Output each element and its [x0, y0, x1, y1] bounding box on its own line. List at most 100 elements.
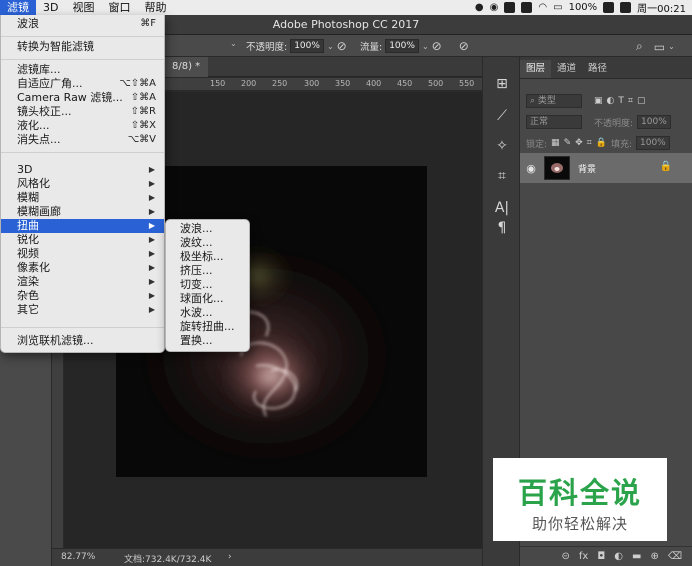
pressure-opacity-icon[interactable]: ⊘: [337, 39, 347, 53]
submenu-item-wave[interactable]: 波浪...: [166, 222, 249, 236]
lock-all-icon[interactable]: 🔒: [596, 138, 607, 148]
filter-shape-icon[interactable]: ⌗: [628, 96, 633, 106]
airplay-icon[interactable]: ▭: [553, 2, 562, 13]
ruler-tick: 400: [366, 79, 382, 88]
wechat-icon[interactable]: ◉: [490, 2, 499, 13]
tab-channels[interactable]: 通道: [551, 60, 582, 78]
submenu-item-shear[interactable]: 切变...: [166, 278, 249, 292]
blend-mode-select[interactable]: 正常: [526, 115, 582, 129]
brush-settings-icon[interactable]: ⟋: [491, 105, 513, 127]
siri-icon[interactable]: [620, 2, 632, 13]
menu-item-blur[interactable]: 模糊 ▶: [1, 191, 164, 205]
chevron-down-icon[interactable]: ⌄: [422, 42, 429, 51]
menu-item-label: 模糊画廊: [17, 205, 61, 218]
filter-adjust-icon[interactable]: ◐: [607, 96, 615, 106]
workspace-icon[interactable]: ▭: [654, 40, 665, 54]
learn-icon[interactable]: ⊞: [491, 73, 513, 95]
character-icon[interactable]: A|: [491, 197, 513, 219]
status-icon-1[interactable]: ●: [475, 2, 484, 13]
menu-item-pixelate[interactable]: 像素化 ▶: [1, 261, 164, 275]
submenu-item-zigzag[interactable]: 水波...: [166, 306, 249, 320]
submenu-item-pinch[interactable]: 挤压...: [166, 264, 249, 278]
input-method-icon[interactable]: [521, 2, 533, 13]
menu-item-sharpen[interactable]: 锐化 ▶: [1, 233, 164, 247]
tab-paths[interactable]: 路径: [582, 60, 613, 78]
chevron-down-icon[interactable]: ⌄: [327, 42, 334, 51]
menu-item-last-filter[interactable]: 波浪 ⌘F: [1, 17, 164, 31]
layer-row[interactable]: ◉ 背景 🔒: [520, 153, 692, 183]
menu-item-browse-online[interactable]: 浏览联机滤镜...: [1, 334, 164, 348]
menu-filter[interactable]: 滤镜: [0, 0, 36, 15]
menu-shortcut: ⌘F: [140, 18, 156, 29]
new-layer-icon[interactable]: ⊕: [650, 551, 658, 562]
menu-item-stylize[interactable]: 风格化 ▶: [1, 177, 164, 191]
airbrush-icon[interactable]: ⊘: [432, 39, 442, 53]
tab-layers[interactable]: 图层: [520, 60, 552, 78]
menu-window[interactable]: 窗口: [101, 0, 137, 15]
menu-item-adaptive-wide[interactable]: 自适应广角... ⌥⇧⌘A: [1, 77, 164, 91]
zoom-level[interactable]: 82.77%: [61, 552, 95, 562]
menu-item-filter-gallery[interactable]: 滤镜库...: [1, 63, 164, 77]
search-icon[interactable]: ⌕: [636, 39, 643, 54]
layer-kind-filter[interactable]: ⌕ 类型: [526, 94, 582, 108]
paragraph-icon[interactable]: ¶: [491, 217, 513, 239]
submenu-item-twirl[interactable]: 旋转扭曲...: [166, 320, 249, 334]
submenu-item-displace[interactable]: 置换...: [166, 334, 249, 348]
submenu-item-spherize[interactable]: 球面化...: [166, 292, 249, 306]
lock-icon[interactable]: 🔒: [660, 161, 672, 172]
menu-item-lens-correction[interactable]: 镜头校正... ⇧⌘R: [1, 105, 164, 119]
menu-item-other[interactable]: 其它 ▶: [1, 303, 164, 317]
menu-item-video[interactable]: 视频 ▶: [1, 247, 164, 261]
link-icon[interactable]: ⊝: [562, 551, 570, 562]
chevron-right-icon[interactable]: ›: [228, 552, 232, 562]
menu-item-render[interactable]: 渲染 ▶: [1, 275, 164, 289]
ruler-tick: 550: [459, 79, 475, 88]
lock-artboard-icon[interactable]: ⌗: [587, 138, 592, 148]
document-tab[interactable]: 8/8) *: [164, 57, 209, 77]
lock-position-icon[interactable]: ✥: [575, 138, 583, 148]
status-icon-2[interactable]: [504, 2, 516, 13]
mask-icon[interactable]: ◘: [597, 551, 605, 562]
submenu-item-polar[interactable]: 极坐标...: [166, 250, 249, 264]
menu-item-convert-smart[interactable]: 转换为智能滤镜: [1, 40, 164, 54]
properties-icon[interactable]: ✧: [491, 135, 513, 157]
opacity-input[interactable]: 100%: [290, 39, 324, 53]
menu-help[interactable]: 帮助: [137, 0, 173, 15]
chevron-down-icon[interactable]: ⌄: [668, 42, 675, 51]
battery-icon[interactable]: [603, 2, 615, 13]
layer-name[interactable]: 背景: [578, 162, 596, 175]
menu-item-label: 模糊: [17, 191, 39, 204]
fx-icon[interactable]: fx: [579, 551, 588, 562]
menu-item-blur-gallery[interactable]: 模糊画廊 ▶: [1, 205, 164, 219]
lock-transparent-icon[interactable]: ▦: [551, 138, 560, 148]
menu-item-liquify[interactable]: 液化... ⇧⌘X: [1, 119, 164, 133]
submenu-arrow-icon: ▶: [148, 207, 155, 216]
clock[interactable]: 周一00:21: [637, 0, 686, 15]
pressure-size-icon[interactable]: ⊘: [459, 39, 469, 53]
filter-pixel-icon[interactable]: ▣: [594, 96, 603, 106]
menu-3d[interactable]: 3D: [36, 0, 65, 15]
brush-mode-dropdown[interactable]: ⌄: [230, 39, 237, 48]
menu-item-3d[interactable]: 3D ▶: [1, 163, 164, 177]
flow-input[interactable]: 100%: [385, 39, 419, 53]
crop-icon[interactable]: ⌗: [491, 165, 513, 187]
menu-item-vanishing-point[interactable]: 消失点... ⌥⌘V: [1, 133, 164, 147]
folder-icon[interactable]: ▬: [632, 551, 641, 562]
menu-item-label: 渲染: [17, 275, 39, 288]
filter-type-icon[interactable]: T: [618, 96, 624, 106]
menu-item-camera-raw[interactable]: Camera Raw 滤镜... ⇧⌘A: [1, 91, 164, 105]
lock-image-icon[interactable]: ✎: [564, 138, 572, 148]
menu-item-noise[interactable]: 杂色 ▶: [1, 289, 164, 303]
menu-shortcut: ⇧⌘R: [130, 106, 156, 117]
fill-input[interactable]: 100%: [636, 136, 670, 150]
eye-icon[interactable]: ◉: [520, 162, 542, 175]
trash-icon[interactable]: ⌫: [668, 551, 682, 562]
menu-item-label: 其它: [17, 303, 39, 316]
filter-smart-icon[interactable]: ▢: [637, 96, 646, 106]
menu-item-distort[interactable]: 扭曲 ▶: [1, 219, 164, 233]
wifi-icon[interactable]: ◠: [538, 2, 547, 13]
submenu-item-ripple[interactable]: 波纹...: [166, 236, 249, 250]
adjustment-icon[interactable]: ◐: [614, 551, 623, 562]
layer-opacity-input[interactable]: 100%: [637, 115, 671, 129]
menu-view[interactable]: 视图: [65, 0, 101, 15]
